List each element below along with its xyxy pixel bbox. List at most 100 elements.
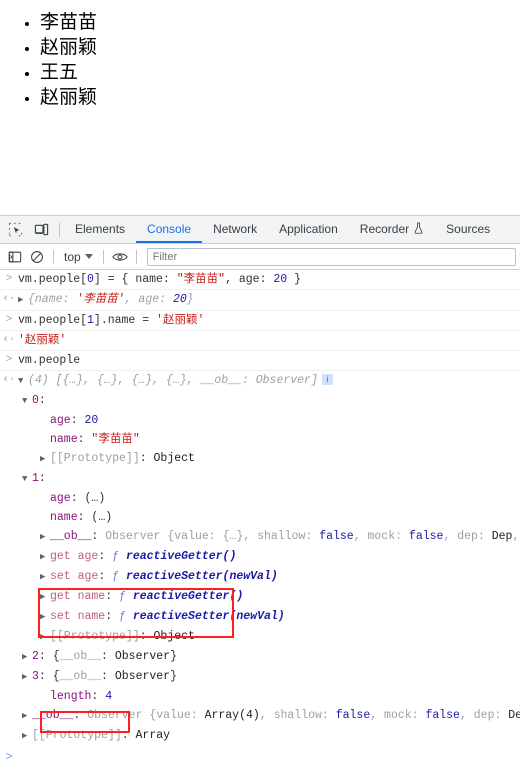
tab-label: Network (213, 222, 258, 236)
token: name (50, 433, 78, 446)
expand-twisty-icon[interactable]: ▼ (22, 394, 32, 409)
tab-recorder[interactable]: Recorder (349, 217, 435, 243)
console-output[interactable]: > vm.people[0] = { name: "李苗苗", age: 20 }… (0, 270, 520, 773)
chevron-down-icon (84, 254, 93, 259)
console-output-content: ▶ {name: '李苗苗', age: 20} (18, 292, 194, 308)
clear-console-icon[interactable] (27, 247, 47, 267)
token: reactiveSetter(newVal) (132, 610, 285, 623)
console-input-row[interactable]: > vm.people[1].name = '赵丽颖' (0, 311, 520, 331)
token: : (121, 729, 136, 742)
device-toolbar-icon[interactable] (31, 220, 51, 240)
console-sidebar-icon[interactable] (5, 247, 25, 267)
object-property-row[interactable]: ▶ get age: ƒ reactiveGetter() (0, 547, 520, 567)
token: : (73, 709, 88, 722)
token: __ob__ (59, 670, 102, 683)
object-property-row[interactable]: age: (…) (0, 489, 520, 508)
execution-context-select[interactable]: top (60, 250, 97, 264)
console-output-content: '赵丽颖' (18, 333, 66, 348)
object-property-row[interactable]: ▶ __ob__: Observer {value: Array(4), shal… (0, 706, 520, 726)
token: Object (153, 630, 195, 643)
people-list: 李苗苗 赵丽颖 王五 赵丽颖 (0, 10, 520, 110)
inspect-element-icon[interactable] (5, 220, 25, 240)
expand-twisty-icon[interactable]: ▶ (22, 729, 32, 744)
token: length (50, 690, 92, 703)
object-property-row[interactable]: ▶ set name: ƒ reactiveSetter(newVal) (0, 607, 520, 627)
token: age (50, 414, 71, 427)
object-property-content: name: (…) (40, 510, 112, 525)
expand-twisty-icon[interactable]: ▶ (22, 709, 32, 724)
expand-twisty-icon[interactable]: ▶ (22, 650, 32, 665)
filter-input[interactable] (146, 247, 516, 266)
token: Observer (105, 530, 168, 543)
flask-icon (413, 222, 424, 237)
token: 4 (105, 690, 113, 703)
object-property-row[interactable]: age: 20 (0, 411, 520, 430)
token: Dep (508, 709, 520, 722)
console-output-row[interactable]: ‹· ▶ {name: '李苗苗', age: 20} (0, 290, 520, 311)
token: false (335, 709, 371, 722)
object-property-row[interactable]: ▶ [[Prototype]]: Array (0, 726, 520, 746)
object-property-row[interactable]: name: (…) (0, 508, 520, 527)
object-property-row[interactable]: ▶ set age: ƒ reactiveSetter(newVal) (0, 567, 520, 587)
token: Observer (114, 650, 171, 663)
console-toolbar: top (0, 244, 520, 270)
token: reactiveSetter(newVal) (125, 570, 278, 583)
token: vm.people[ (18, 273, 88, 286)
collapse-twisty-icon[interactable]: ▼ (18, 374, 28, 389)
expand-twisty-icon[interactable]: ▶ (18, 293, 28, 308)
object-property-row[interactable]: ▶ 3: {__ob__: Observer} (0, 667, 520, 687)
token: [[Prototype]] (32, 729, 122, 742)
token: : (98, 550, 113, 563)
console-input-row[interactable]: > vm.people (0, 351, 520, 371)
tab-application[interactable]: Application (268, 217, 349, 243)
object-property-row[interactable]: ▶ [[Prototype]]: Object (0, 627, 520, 647)
object-property-row[interactable]: name: "李苗苗" (0, 430, 520, 449)
console-output-row[interactable]: ‹· '赵丽颖' (0, 331, 520, 351)
token: : (70, 414, 85, 427)
console-expanded-result[interactable]: ‹· ▼ (4) [{…}, {…}, {…}, {…}, __ob__: Obse… (0, 371, 520, 391)
console-prompt-row[interactable]: > (0, 746, 520, 766)
object-property-row[interactable]: ▼ 1: (0, 469, 520, 489)
tab-console[interactable]: Console (136, 217, 203, 243)
expand-twisty-icon[interactable]: ▶ (40, 530, 50, 545)
token: {name: (28, 293, 77, 306)
expand-twisty-icon[interactable]: ▶ (40, 452, 50, 467)
object-property-row[interactable]: ▶ __ob__: Observer {value: {…}, shallow: … (0, 527, 520, 547)
live-expression-eye-icon[interactable] (110, 247, 130, 267)
token: : (…) (77, 511, 113, 524)
token: false (319, 530, 354, 543)
list-item: 赵丽颖 (40, 85, 520, 110)
object-property-content: ▶ 3: {__ob__: Observer} (22, 669, 177, 685)
object-property-row[interactable]: ▶ [[Prototype]]: Object (0, 449, 520, 469)
devtools-left-icons (0, 216, 55, 243)
expand-twisty-icon[interactable]: ▶ (40, 630, 50, 645)
object-property-row[interactable]: ▶ 2: {__ob__: Observer} (0, 647, 520, 667)
object-property-row[interactable]: ▶ get name: ƒ reactiveGetter() (0, 587, 520, 607)
token: vm.people[ (18, 314, 88, 327)
token: : { (38, 670, 60, 683)
token: : (105, 610, 120, 623)
object-property-row[interactable]: length: 4 (0, 687, 520, 706)
tab-sources[interactable]: Sources (435, 217, 501, 243)
expand-twisty-icon[interactable]: ▶ (40, 610, 50, 625)
expand-twisty-icon[interactable]: ▶ (22, 670, 32, 685)
token: '赵丽颖' (18, 334, 67, 347)
token: (4) (28, 374, 49, 387)
console-toolbar-divider-2 (102, 249, 104, 264)
token: 20 (172, 293, 187, 306)
console-input-row[interactable]: > vm.people[0] = { name: "李苗苗", age: 20 } (0, 270, 520, 290)
tab-elements[interactable]: Elements (64, 217, 136, 243)
tab-network[interactable]: Network (202, 217, 268, 243)
token: : (139, 630, 154, 643)
info-badge[interactable]: i (321, 374, 333, 385)
expand-twisty-icon[interactable]: ▶ (40, 590, 50, 605)
object-property-content: ▶ __ob__: Observer {value: Array(4), shal… (22, 708, 520, 724)
expand-twisty-icon[interactable]: ▶ (40, 550, 50, 565)
token: 20 (84, 414, 99, 427)
token: reactiveGetter() (125, 550, 237, 563)
object-property-row[interactable]: ▼ 0: (0, 391, 520, 411)
expand-twisty-icon[interactable]: ▼ (22, 472, 32, 487)
console-input-content: vm.people (18, 353, 80, 368)
token: '赵丽颖' (156, 314, 205, 327)
expand-twisty-icon[interactable]: ▶ (40, 570, 50, 585)
